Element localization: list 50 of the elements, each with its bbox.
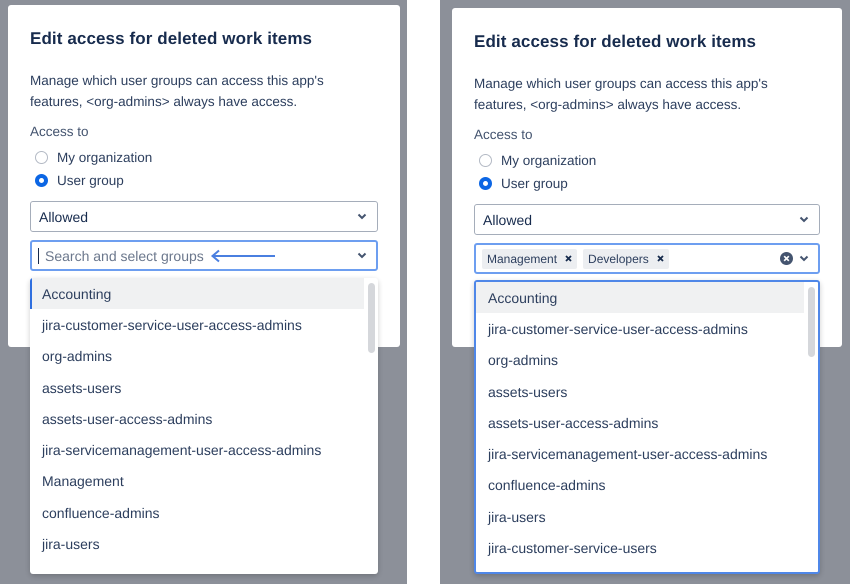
- description: Manage which user groups can access this app's features, <org-admins> always have access.: [30, 72, 325, 111]
- permission-select[interactable]: Allowed: [30, 201, 378, 232]
- radio-button[interactable]: [35, 174, 48, 187]
- scrollbar-thumb[interactable]: [368, 283, 375, 353]
- chevron-down-icon: [357, 213, 367, 220]
- menu-option[interactable]: confluence-admins: [476, 470, 804, 502]
- menu-option[interactable]: jira-servicemanagement-user-access-admins: [30, 434, 364, 466]
- radio-button[interactable]: [479, 177, 492, 190]
- radio-button[interactable]: [35, 151, 48, 164]
- tag-label: Developers: [588, 252, 649, 266]
- chevron-down-icon: [799, 255, 809, 262]
- chevron-down-icon: [799, 216, 809, 223]
- group-select[interactable]: Search and select groups: [30, 240, 378, 271]
- field-label: Access to: [474, 127, 534, 142]
- arrow-icon: [210, 248, 276, 262]
- menu-option[interactable]: jira-users: [476, 501, 804, 532]
- menu-option[interactable]: Accounting: [30, 278, 364, 310]
- placeholder: Search and select groups: [45, 248, 204, 264]
- chevron-down-icon: [357, 252, 367, 259]
- dialog-title: Edit access for deleted work items: [474, 32, 758, 52]
- radio-button[interactable]: [479, 154, 492, 167]
- text-cursor: [38, 248, 39, 264]
- radio-label: My organization: [501, 153, 596, 168]
- menu-option[interactable]: Accounting: [476, 282, 804, 314]
- menu-option[interactable]: jira-users: [30, 528, 364, 560]
- menu-option[interactable]: jira-servicemanagement-user-access-admins: [476, 438, 804, 470]
- tag-label: Management: [487, 252, 558, 266]
- menu-option[interactable]: jira-customer-service-users: [476, 532, 804, 564]
- menu-option[interactable]: Management: [30, 466, 364, 498]
- field-label: Access to: [30, 124, 90, 139]
- menu-option[interactable]: confluence-admins: [30, 497, 364, 528]
- remove-icon[interactable]: [656, 255, 664, 262]
- menu-option[interactable]: assets-user-access-admins: [476, 407, 804, 438]
- scrollbar-thumb[interactable]: [808, 287, 815, 357]
- menu-option[interactable]: assets-users: [30, 372, 364, 404]
- description: Manage which user groups can access this app's features, <org-admins> always have access.: [474, 75, 769, 114]
- remove-icon[interactable]: [565, 255, 572, 262]
- menu-option[interactable]: jira-customer-service-user-access-admins: [476, 313, 804, 345]
- permission-select[interactable]: Allowed: [474, 204, 820, 235]
- menu-option[interactable]: assets-users: [476, 376, 804, 408]
- clear-icon[interactable]: [780, 252, 793, 265]
- menu-option[interactable]: assets-user-access-admins: [30, 403, 364, 434]
- radio-label: User group: [501, 176, 568, 191]
- menu-option[interactable]: org-admins: [476, 344, 804, 376]
- menu-option[interactable]: jira-customer-service-user-access-admins: [30, 309, 364, 341]
- menu-option[interactable]: org-admins: [30, 340, 364, 372]
- dialog-title: Edit access for deleted work items: [30, 29, 314, 49]
- group-select[interactable]: Management Developers: [474, 243, 820, 274]
- radio-label: My organization: [57, 150, 152, 165]
- radio-label: User group: [57, 173, 124, 188]
